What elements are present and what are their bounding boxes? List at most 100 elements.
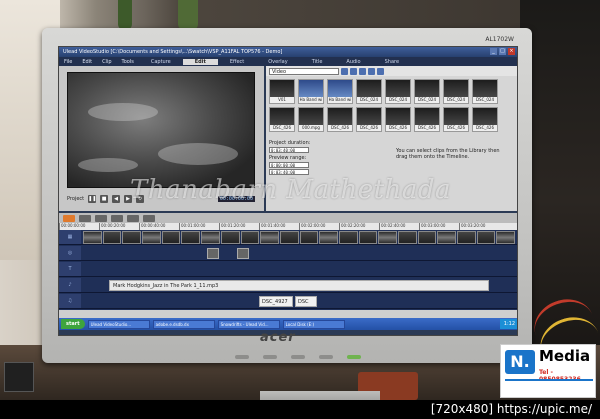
video-preview[interactable] <box>67 72 255 188</box>
video-clip[interactable] <box>181 231 201 244</box>
monitor-button[interactable] <box>319 355 333 359</box>
minimize-icon[interactable]: _ <box>490 48 497 55</box>
tab-capture[interactable]: Capture <box>139 59 183 65</box>
library-thumbnail[interactable]: DSC_024 <box>443 79 469 104</box>
library-thumbnail[interactable]: V01 <box>269 79 295 104</box>
library-thumbnail[interactable]: DSC_426 <box>269 107 295 132</box>
video-clip[interactable] <box>358 231 378 244</box>
taskbar-item[interactable]: adobe.e.dsdb.dx <box>152 319 215 329</box>
range-start-field[interactable]: 0:00:00:00 <box>269 162 309 168</box>
sound-clip[interactable]: DSC_4927 <box>259 296 293 307</box>
menu-edit[interactable]: Edit <box>77 59 97 65</box>
taskbar-item[interactable]: Ulead VideoStudio... <box>87 319 150 329</box>
window-titlebar: Ulead VideoStudio [C:\Documents and Sett… <box>59 47 517 57</box>
tab-edit[interactable]: Edit <box>182 58 218 65</box>
overlay-clip[interactable] <box>237 248 249 259</box>
video-clip[interactable] <box>279 231 299 244</box>
rewind-icon[interactable]: ◀ <box>112 195 121 203</box>
add-icon[interactable] <box>350 67 357 75</box>
library-thumbnail[interactable]: DSC_426 <box>385 107 411 132</box>
video-clip[interactable] <box>83 231 102 244</box>
video-clip[interactable] <box>102 231 122 244</box>
tab-effect[interactable]: Effect <box>218 59 256 65</box>
timeline-tracks: ▦ ◎ T ♪ Mark Hodgkins_Jazz in The Park 1… <box>59 230 517 310</box>
close-icon[interactable]: × <box>508 48 515 55</box>
monitor-button[interactable] <box>291 355 305 359</box>
library-thumbnail[interactable]: Ha Band wi <box>327 79 353 104</box>
library-thumbnail[interactable]: DSC_024 <box>385 79 411 104</box>
video-clip[interactable] <box>142 231 161 244</box>
thumbnail-label: Ha Band wi <box>299 97 323 103</box>
tab-overlay[interactable]: Overlay <box>256 59 299 65</box>
pause-icon[interactable]: ❚❚ <box>88 195 97 203</box>
library-category-select[interactable]: Video <box>269 67 339 75</box>
credit-text[interactable]: [720x480] https://upic.me/ <box>431 402 592 416</box>
clock: 1:12 <box>499 319 517 329</box>
project-duration-field[interactable]: 0:03:40:00 <box>269 147 309 153</box>
library-thumbnail[interactable]: DSC_426 <box>356 107 382 132</box>
monitor-buttons <box>218 355 378 361</box>
video-clips <box>83 231 516 244</box>
plant <box>118 0 132 30</box>
overlay-clip[interactable] <box>207 248 219 259</box>
monitor-button[interactable] <box>263 355 277 359</box>
audio-icon[interactable] <box>377 67 384 75</box>
library-thumbnail[interactable]: DSC_426 <box>472 107 498 132</box>
stop-icon[interactable]: ■ <box>100 195 109 203</box>
video-clip[interactable] <box>260 231 279 244</box>
start-button[interactable]: start <box>61 319 85 329</box>
library-thumbnail[interactable]: DSC_024 <box>414 79 440 104</box>
audio-view-icon[interactable] <box>95 214 107 222</box>
tab-title[interactable]: Title <box>300 59 335 65</box>
video-clip[interactable] <box>437 231 457 244</box>
monitor-button[interactable] <box>235 355 249 359</box>
library-thumbnail[interactable]: 000.mpg <box>298 107 324 132</box>
video-clip[interactable] <box>457 231 476 244</box>
video-clip[interactable] <box>338 231 358 244</box>
storyboard-view-icon[interactable] <box>63 214 75 222</box>
maximize-icon[interactable]: □ <box>499 48 506 55</box>
ruler-tick: 00:00:40:00 <box>139 223 179 230</box>
menu-tools[interactable]: Tools <box>117 59 139 65</box>
library-thumbnail[interactable]: DSC_426 <box>327 107 353 132</box>
folder-icon[interactable] <box>341 67 348 75</box>
preview-mode[interactable]: Project <box>67 196 84 202</box>
library-thumbnails: V01 Ha Band wi Ha Band wi DSC_024 DSC_024 DSC… <box>266 76 517 135</box>
video-clip[interactable] <box>398 231 417 244</box>
taskbar-item[interactable]: Local Disk (E:) <box>282 319 345 329</box>
music-clip[interactable]: Mark Hodgkins_Jazz in The Park 1_11.mp3 <box>109 280 489 291</box>
library-thumbnail[interactable]: Ha Band wi <box>298 79 324 104</box>
menu-file[interactable]: File <box>59 59 77 65</box>
ruler-tick: 00:02:00:00 <box>299 223 339 230</box>
video-clip[interactable] <box>122 231 142 244</box>
tab-share[interactable]: Share <box>373 59 411 65</box>
window-title: Ulead VideoStudio [C:\Documents and Sett… <box>63 49 283 55</box>
video-clip[interactable] <box>161 231 181 244</box>
zoom-icon[interactable] <box>143 214 155 222</box>
video-clip[interactable] <box>476 231 496 244</box>
library-thumbnail[interactable]: DSC_426 <box>414 107 440 132</box>
library-thumbnail[interactable]: DSC_426 <box>443 107 469 132</box>
video-clip[interactable] <box>240 231 260 244</box>
taskbar-item[interactable]: Snowdrifts - Ulead Vid... <box>217 319 280 329</box>
redo-icon[interactable] <box>127 214 139 222</box>
thumbnail-label: Ha Band wi <box>328 97 352 103</box>
tab-audio[interactable]: Audio <box>334 59 372 65</box>
power-button[interactable] <box>347 355 361 359</box>
video-clip[interactable] <box>378 231 397 244</box>
library-thumbnail[interactable]: DSC_024 <box>472 79 498 104</box>
menu-clip[interactable]: Clip <box>97 59 116 65</box>
video-clip[interactable] <box>201 231 220 244</box>
video-clip[interactable] <box>319 231 338 244</box>
video-clip[interactable] <box>417 231 437 244</box>
video-clip[interactable] <box>299 231 319 244</box>
timeline-view-icon[interactable] <box>79 214 91 222</box>
title-track: T <box>59 262 517 277</box>
library-thumbnail[interactable]: DSC_024 <box>356 79 382 104</box>
undo-icon[interactable] <box>111 214 123 222</box>
video-icon[interactable] <box>359 67 366 75</box>
sound-clip[interactable]: DSC <box>295 296 317 307</box>
image-icon[interactable] <box>368 67 375 75</box>
video-clip[interactable] <box>496 231 516 244</box>
video-clip[interactable] <box>220 231 240 244</box>
